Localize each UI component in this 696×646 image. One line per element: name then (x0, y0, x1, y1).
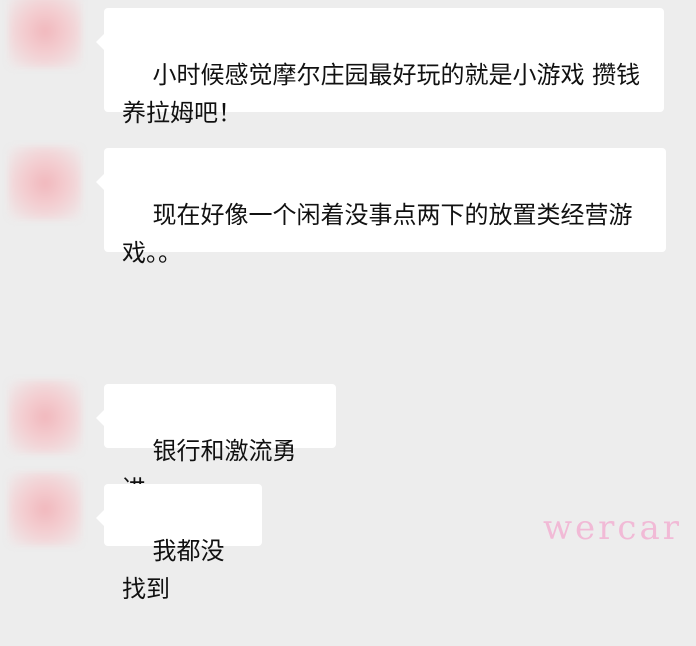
avatar[interactable] (8, 472, 82, 546)
message-text: 小时候感觉摩尔庄园最好玩的就是小游戏 攒钱养拉姆吧！ (122, 61, 641, 127)
message-text: 现在好像一个闲着没事点两下的放置类经营游戏。。 (122, 201, 633, 267)
message-bubble[interactable]: 银行和激流勇进 (96, 384, 336, 503)
message-bubble[interactable]: 小时候感觉摩尔庄园最好玩的就是小游戏 攒钱养拉姆吧！ (96, 8, 664, 127)
avatar[interactable] (8, 0, 82, 68)
avatar[interactable] (8, 380, 82, 454)
avatar[interactable] (8, 146, 82, 220)
watermark: wercar (542, 508, 682, 548)
message-bubble[interactable]: 我都没找到 (96, 484, 262, 603)
message-bubble[interactable]: 现在好像一个闲着没事点两下的放置类经营游戏。。 (96, 148, 666, 267)
message-text: 我都没找到 (122, 537, 225, 603)
